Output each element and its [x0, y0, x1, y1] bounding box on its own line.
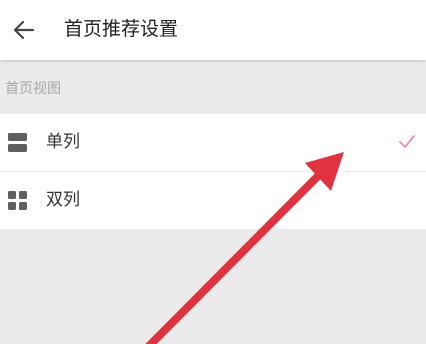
- option-label-double: 双列: [46, 190, 80, 210]
- back-arrow-icon: [13, 20, 35, 40]
- option-double-column[interactable]: 双列: [0, 171, 426, 229]
- section-label: 首页视图: [5, 81, 61, 97]
- option-single-column[interactable]: 单列: [0, 114, 426, 171]
- top-bar: 首页推荐设置: [0, 0, 426, 60]
- page-title: 首页推荐设置: [64, 18, 179, 40]
- check-icon: [399, 135, 415, 148]
- back-button[interactable]: [6, 12, 42, 48]
- double-column-icon: [8, 191, 27, 210]
- single-column-icon: [8, 133, 27, 152]
- view-option-list: 单列 双列: [0, 114, 426, 229]
- option-label-single: 单列: [46, 132, 80, 152]
